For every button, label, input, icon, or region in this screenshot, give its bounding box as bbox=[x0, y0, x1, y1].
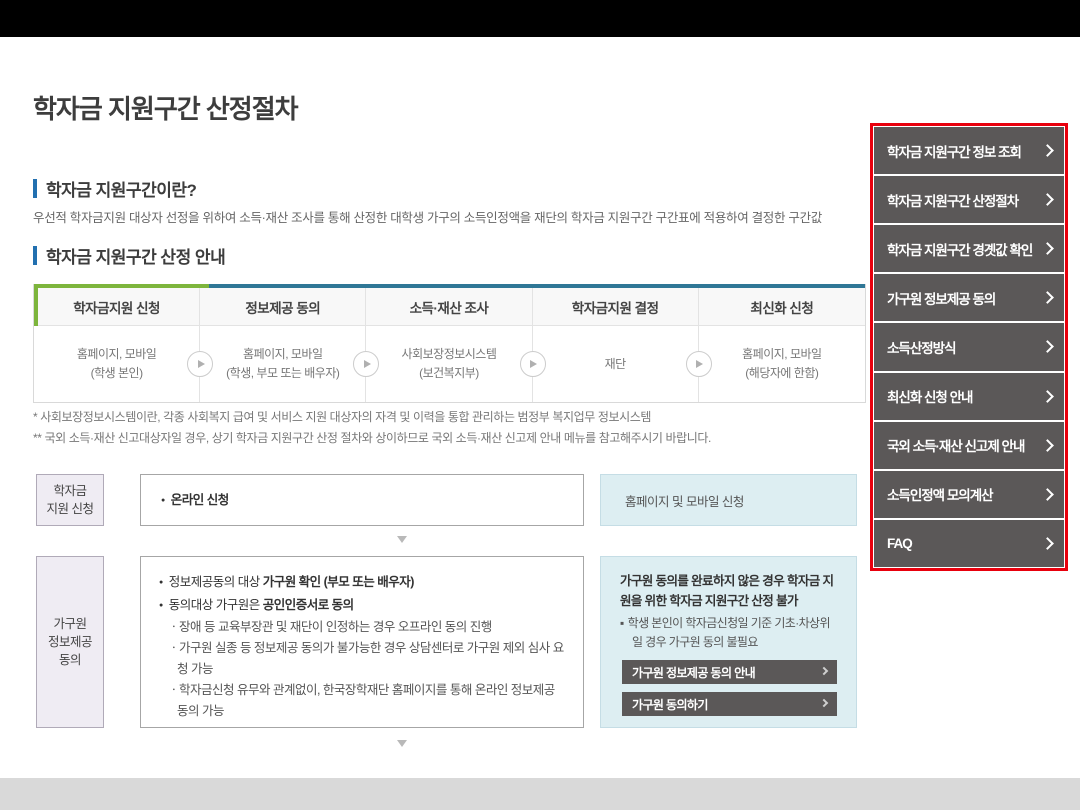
apply-side-note-box: 홈페이지 및 모바일 신청 bbox=[600, 474, 857, 526]
chevron-right-icon bbox=[1041, 439, 1054, 452]
green-left-border bbox=[34, 284, 38, 326]
consent-bullet: 동의대상 가구원은 공인인증서로 동의 bbox=[159, 594, 565, 617]
chevron-right-icon bbox=[1041, 242, 1054, 255]
consent-warning-note: 학생 본인이 학자금신청일 기준 기초·차상위일 경우 가구원 동의 불필요 bbox=[620, 614, 837, 652]
next-step-icon bbox=[520, 351, 546, 377]
chevron-right-icon bbox=[820, 699, 828, 707]
section-guide-title: 학자금 지원구간 산정 안내 bbox=[46, 243, 225, 268]
down-arrow-icon bbox=[397, 740, 407, 747]
next-step-icon bbox=[686, 351, 712, 377]
footnote: ** 국외 소득·재산 신고대상자일 경우, 상기 학자금 지원구간 산정 절차… bbox=[33, 429, 863, 446]
sidebar-item-income-simulation[interactable]: 소득인정액 모의계산 bbox=[874, 471, 1064, 518]
step-header: 소득·재산 조사 bbox=[366, 288, 532, 325]
apply-detail-box: 온라인 신청 bbox=[140, 474, 584, 526]
sidebar-item-faq[interactable]: FAQ bbox=[874, 520, 1064, 567]
step-header: 학자금지원 결정 bbox=[533, 288, 699, 325]
step-detail: 홈페이지, 모바일 (학생 본인) bbox=[34, 326, 200, 402]
footer-bar bbox=[0, 778, 1080, 810]
sidebar-item-calc-procedure[interactable]: 학자금 지원구간 산정절차 bbox=[874, 176, 1064, 223]
step-header: 최신화 신청 bbox=[699, 288, 865, 325]
process-table: 학자금지원 신청 정보제공 동의 소득·재산 조사 학자금지원 결정 최신화 신… bbox=[33, 284, 866, 403]
step-header: 정보제공 동의 bbox=[200, 288, 366, 325]
consent-sub-item: 학자금신청 유무와 관계없이, 한국장학재단 홈페이지를 통해 온라인 정보제공… bbox=[159, 680, 565, 722]
footnote: * 사회보장정보시스템이란, 각종 사회복지 급여 및 서비스 지원 대상자의 … bbox=[33, 408, 863, 425]
chevron-right-icon bbox=[1041, 193, 1054, 206]
process-body-row: 홈페이지, 모바일 (학생 본인) 홈페이지, 모바일 (학생, 부모 또는 배… bbox=[34, 326, 865, 402]
chevron-right-icon bbox=[1041, 144, 1054, 157]
sidebar-highlight-frame: 학자금 지원구간 정보 조회 학자금 지원구간 산정절차 학자금 지원구간 경곗… bbox=[870, 123, 1068, 571]
section-guide-heading: 학자금 지원구간 산정 안내 bbox=[33, 243, 225, 268]
consent-label-box: 가구원 정보제공 동의 bbox=[36, 556, 104, 728]
step-detail: 재단 bbox=[533, 326, 699, 402]
green-border-segment bbox=[34, 284, 209, 288]
sidebar-item-boundary-check[interactable]: 학자금 지원구간 경곗값 확인 bbox=[874, 225, 1064, 272]
sidebar-item-overseas-report[interactable]: 국외 소득·재산 신고제 안내 bbox=[874, 422, 1064, 469]
top-black-bar bbox=[0, 0, 1080, 37]
consent-detail-box: 정보제공동의 대상 가구원 확인 (부모 또는 배우자) 동의대상 가구원은 공… bbox=[140, 556, 584, 728]
step-detail: 사회보장정보시스템 (보건복지부) bbox=[366, 326, 532, 402]
section-accent-bar bbox=[33, 246, 37, 265]
sidebar-item-bracket-info[interactable]: 학자금 지원구간 정보 조회 bbox=[874, 127, 1064, 174]
consent-side-box: 가구원 동의를 완료하지 않은 경우 학자금 지원을 위한 학자금 지원구간 산… bbox=[600, 556, 857, 728]
page-title: 학자금 지원구간 산정절차 bbox=[33, 89, 298, 126]
section-what-title: 학자금 지원구간이란? bbox=[46, 176, 196, 201]
step-header: 학자금지원 신청 bbox=[34, 288, 200, 325]
page: 학자금 지원구간 산정절차 학자금 지원구간이란? 우선적 학자금지원 대상자 … bbox=[0, 0, 1080, 810]
consent-sub-item: 가구원 실종 등 정보제공 동의가 불가능한 경우 상담센터로 가구원 제외 심… bbox=[159, 638, 565, 680]
section-what-body: 우선적 학자금지원 대상자 선정을 위하여 소득·재산 조사를 통해 산정한 대… bbox=[33, 207, 863, 226]
chevron-right-icon bbox=[1041, 488, 1054, 501]
sidebar-item-income-method[interactable]: 소득산정방식 bbox=[874, 323, 1064, 370]
consent-bullet: 정보제공동의 대상 가구원 확인 (부모 또는 배우자) bbox=[159, 571, 565, 594]
apply-bullet: 온라인 신청 bbox=[161, 489, 229, 512]
consent-agree-button[interactable]: 가구원 동의하기 bbox=[622, 692, 837, 716]
consent-guide-button[interactable]: 가구원 정보제공 동의 안내 bbox=[622, 660, 837, 684]
consent-sub-item: 장애 등 교육부장관 및 재단이 인정하는 경우 오프라인 동의 진행 bbox=[159, 617, 565, 638]
chevron-right-icon bbox=[1041, 292, 1054, 305]
chevron-right-icon bbox=[820, 667, 828, 675]
chevron-right-icon bbox=[1041, 537, 1054, 550]
apply-side-note: 홈페이지 및 모바일 신청 bbox=[625, 491, 744, 510]
teal-border-segment bbox=[209, 284, 865, 288]
step-detail: 홈페이지, 모바일 (학생, 부모 또는 배우자) bbox=[200, 326, 366, 402]
step-detail: 홈페이지, 모바일 (해당자에 한함) bbox=[699, 326, 865, 402]
section-accent-bar bbox=[33, 179, 37, 198]
apply-label-box: 학자금 지원 신청 bbox=[36, 474, 104, 526]
next-step-icon bbox=[187, 351, 213, 377]
sidebar-item-update-request[interactable]: 최신화 신청 안내 bbox=[874, 373, 1064, 420]
down-arrow-icon bbox=[397, 536, 407, 543]
process-header-row: 학자금지원 신청 정보제공 동의 소득·재산 조사 학자금지원 결정 최신화 신… bbox=[34, 288, 865, 326]
table-top-border bbox=[34, 284, 865, 288]
chevron-right-icon bbox=[1041, 390, 1054, 403]
sidebar-item-family-consent[interactable]: 가구원 정보제공 동의 bbox=[874, 274, 1064, 321]
section-what-heading: 학자금 지원구간이란? bbox=[33, 176, 196, 201]
chevron-right-icon bbox=[1041, 341, 1054, 354]
consent-warning: 가구원 동의를 완료하지 않은 경우 학자금 지원을 위한 학자금 지원구간 산… bbox=[620, 571, 837, 611]
